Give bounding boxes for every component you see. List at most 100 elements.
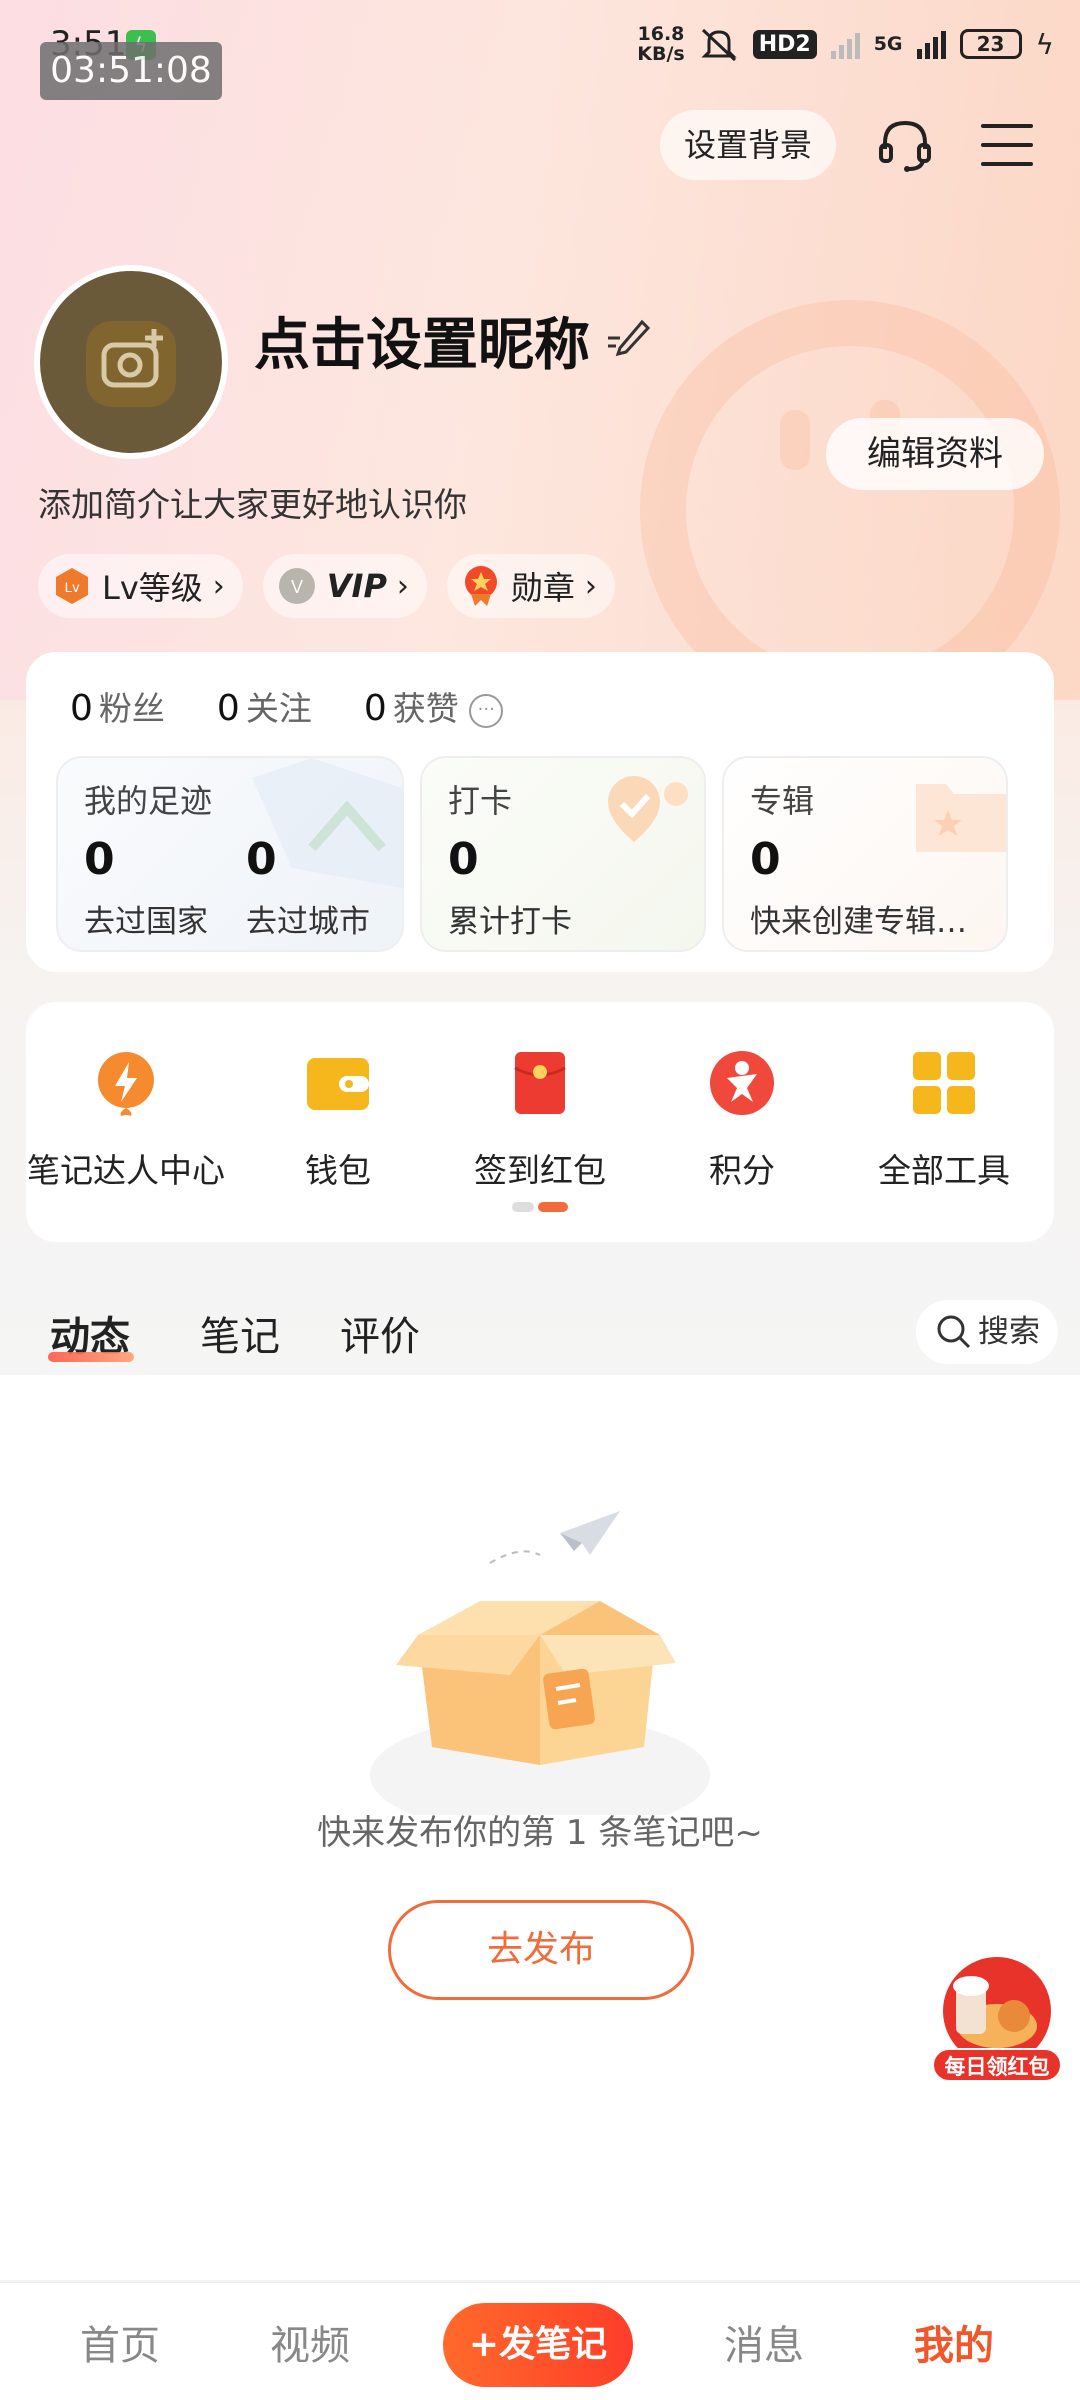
- following-count: 0: [216, 688, 240, 729]
- followers-label: 粉丝: [98, 689, 165, 728]
- chevron-right-icon: ›: [212, 568, 225, 604]
- nav-home[interactable]: 首页: [80, 2313, 160, 2371]
- album-title: 专辑: [750, 782, 815, 820]
- tools-page-indicator: [512, 1202, 568, 1212]
- vip-label: VIP: [326, 567, 387, 605]
- vip-badge[interactable]: V VIP ›: [262, 554, 427, 618]
- status-bar: 3:51 ϟ 03:51:08 16.8 KB/s HD2 5G 23 ϟ: [0, 0, 1080, 100]
- medal-label: 勋章: [510, 569, 575, 607]
- hamburger-menu-icon[interactable]: [974, 112, 1040, 178]
- tool-wallet[interactable]: 钱包: [238, 1048, 438, 1192]
- empty-state-message: 快来发布你的第 1 条笔记吧~: [317, 1813, 763, 1853]
- stats-row: 0 粉丝 0 关注 0 获赞 ···: [70, 682, 504, 730]
- tool-checkin-red-envelope[interactable]: 签到红包: [440, 1048, 640, 1192]
- post-note-label: 发笔记: [499, 2324, 608, 2365]
- more-options-icon[interactable]: ···: [469, 693, 504, 728]
- footprint-card[interactable]: 我的足迹 0 去过国家 0 去过城市: [56, 756, 404, 952]
- nickname[interactable]: 点击设置昵称: [254, 300, 590, 381]
- empty-box-illustration: [370, 1511, 710, 1815]
- tool-points[interactable]: 积分: [642, 1048, 842, 1192]
- bottom-navigation: 首页 视频 +发笔记 消息 我的: [0, 2282, 1080, 2400]
- post-note-button[interactable]: +发笔记: [443, 2303, 633, 2387]
- svg-text:V: V: [291, 577, 303, 597]
- pencil-icon: [608, 319, 651, 357]
- badge-row: Lv Lv等级 › V VIP › 勋章 ›: [38, 554, 615, 618]
- network-type: 5G: [873, 33, 903, 55]
- nav-messages[interactable]: 消息: [724, 2313, 804, 2371]
- menu-lines-icon: [981, 124, 1033, 166]
- avatar-placeholder: [40, 271, 222, 453]
- page-dot: [512, 1202, 534, 1212]
- checkin-check-icon: [608, 776, 688, 842]
- lightning-icon: [97, 1052, 154, 1116]
- search-button[interactable]: 搜索: [916, 1300, 1058, 1364]
- daily-red-packet-label: 每日领红包: [932, 2048, 1062, 2082]
- charging-bolt-icon: ϟ: [1035, 27, 1054, 61]
- status-icons: 16.8 KB/s HD2 5G 23 ϟ: [637, 24, 1054, 64]
- medal-icon: [464, 566, 497, 606]
- following-stat[interactable]: 0 关注: [217, 682, 312, 730]
- wallet-icon: [307, 1058, 369, 1110]
- folder-icon: [916, 784, 1006, 852]
- signal-icon-sim1: [830, 29, 860, 59]
- grid-icon: [913, 1052, 975, 1114]
- headset-icon[interactable]: [872, 112, 938, 178]
- hd-badge: HD2: [752, 29, 817, 59]
- cities-count: 0: [246, 834, 277, 885]
- medal-badge[interactable]: 勋章 ›: [446, 554, 615, 618]
- daily-red-packet-float[interactable]: 每日领红包: [932, 1956, 1062, 2086]
- tool-label: 钱包: [305, 1151, 371, 1190]
- level-label: Lv等级: [102, 569, 203, 607]
- album-label: 快来创建专辑…: [750, 904, 967, 940]
- tool-label: 全部工具: [878, 1151, 1010, 1190]
- signal-5g: 5G: [873, 33, 903, 55]
- album-count: 0: [750, 834, 781, 885]
- chevron-right-icon: ›: [584, 568, 597, 604]
- likes-label: 获赞: [392, 689, 459, 728]
- points-icon: [710, 1051, 774, 1115]
- search-label: 搜索: [978, 1314, 1040, 1350]
- tool-all-tools[interactable]: 全部工具: [844, 1048, 1044, 1192]
- bio-text[interactable]: 添加简介让大家更好地认识你: [38, 478, 467, 526]
- tool-label: 积分: [709, 1151, 775, 1190]
- battery-icon: 23: [959, 29, 1022, 59]
- checkin-label: 累计打卡: [448, 904, 572, 940]
- red-envelope-icon: [514, 1052, 566, 1114]
- plus-icon: +: [468, 2324, 500, 2365]
- nav-me[interactable]: 我的: [914, 2313, 994, 2371]
- tab-notes[interactable]: 笔记: [200, 1304, 280, 1362]
- followers-stat[interactable]: 0 粉丝: [70, 682, 165, 730]
- add-photo-icon: [86, 321, 176, 407]
- timestamp-overlay: 03:51:08: [40, 42, 222, 100]
- go-publish-button[interactable]: 去发布: [388, 1900, 694, 2000]
- content-tabs: 动态 笔记 评价 搜索: [0, 1290, 1080, 1370]
- checkin-title: 打卡: [448, 782, 513, 820]
- signal-icon-sim2: [916, 29, 946, 59]
- set-background-button[interactable]: 设置背景: [659, 110, 836, 180]
- tool-note-expert-center[interactable]: 笔记达人中心: [26, 1048, 226, 1192]
- countries-count: 0: [84, 834, 115, 885]
- top-actions: 设置背景: [659, 110, 1040, 180]
- following-label: 关注: [245, 689, 312, 728]
- tools-card: 笔记达人中心 钱包 签到红包 积分 全部工具: [26, 1002, 1054, 1242]
- lv-icon: Lv: [56, 568, 88, 604]
- active-tab-indicator: [48, 1352, 134, 1362]
- battery-level: 23: [976, 32, 1005, 56]
- level-badge[interactable]: Lv Lv等级 ›: [38, 554, 243, 618]
- footprint-title: 我的足迹: [84, 782, 213, 820]
- avatar[interactable]: [34, 265, 228, 459]
- followers-count: 0: [70, 688, 93, 729]
- checkin-card[interactable]: 打卡 0 累计打卡: [420, 756, 706, 952]
- edit-profile-button[interactable]: 编辑资料: [826, 418, 1044, 490]
- tab-reviews[interactable]: 评价: [340, 1304, 420, 1362]
- search-icon: [937, 1315, 971, 1349]
- likes-stat[interactable]: 0 获赞 ···: [364, 682, 504, 730]
- svg-text:Lv: Lv: [65, 579, 80, 595]
- edit-nickname-icon[interactable]: [606, 316, 652, 360]
- stats-card: 0 粉丝 0 关注 0 获赞 ··· 我的足迹 0 去过国家 0 去过城市 打卡 0 …: [26, 652, 1054, 972]
- album-card[interactable]: 专辑 0 快来创建专辑…: [722, 756, 1008, 952]
- nav-video[interactable]: 视频: [270, 2313, 350, 2371]
- page-dot-active: [538, 1202, 568, 1212]
- tool-label: 签到红包: [474, 1151, 606, 1190]
- vip-icon: V: [278, 568, 315, 604]
